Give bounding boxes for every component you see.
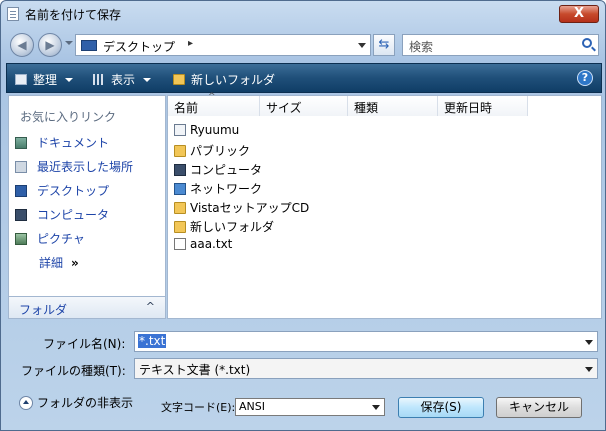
file-name: ネットワーク: [190, 182, 263, 196]
chevron-down-icon[interactable]: [585, 367, 593, 372]
favorite-link-recent-places[interactable]: 最近表示した場所: [15, 158, 133, 175]
new-folder-button[interactable]: 新しいフォルダ: [173, 71, 275, 88]
column-header-name[interactable]: 名前 ^: [168, 92, 260, 116]
hide-folders-toggle[interactable]: フォルダの非表示: [19, 394, 133, 411]
filename-value[interactable]: *.txt: [138, 334, 167, 348]
file-name: 新しいフォルダ: [190, 220, 275, 234]
file-row[interactable]: aaa.txt: [174, 237, 232, 251]
chevron-down-icon: [65, 78, 74, 82]
refresh-button[interactable]: ⇆: [373, 34, 395, 56]
notepad-icon: [7, 7, 19, 21]
address-path[interactable]: デスクトップ: [103, 38, 175, 55]
chevron-down-icon[interactable]: [585, 340, 593, 345]
collapse-icon: [19, 396, 33, 410]
encoding-value: ANSI: [239, 400, 265, 413]
sort-ascending-icon: ^: [208, 92, 216, 102]
folder-icon: [174, 145, 186, 157]
favorite-link-label: デスクトップ: [37, 184, 110, 198]
file-name: aaa.txt: [190, 237, 233, 251]
folder-icon: [174, 221, 186, 233]
save-as-dialog: 名前を付けて保存 X ◀ ▶ デスクトップ ▸ ⇆ 検索 整理 表示 新しいフォ…: [0, 0, 606, 431]
desktop-icon: [81, 40, 97, 51]
favorite-link-pictures[interactable]: ピクチャ: [15, 230, 85, 247]
organize-label: 整理: [33, 73, 58, 87]
column-header-size[interactable]: サイズ: [260, 96, 348, 116]
desktop-icon: [15, 185, 27, 197]
recent-places-icon: [15, 161, 27, 173]
network-icon: [174, 183, 186, 195]
filetype-select[interactable]: テキスト文書 (*.txt): [134, 358, 598, 379]
new-folder-icon: [173, 74, 185, 85]
folders-toggle[interactable]: フォルダ ^: [9, 296, 165, 318]
breadcrumb-arrow-icon[interactable]: ▸: [188, 38, 193, 49]
file-name: パブリック: [190, 144, 251, 158]
favorite-link-computer[interactable]: コンピュータ: [15, 206, 109, 223]
command-toolbar: 整理 表示 新しいフォルダ ?: [6, 63, 602, 93]
file-row[interactable]: 新しいフォルダ: [174, 218, 274, 235]
new-folder-label: 新しいフォルダ: [191, 73, 276, 87]
favorite-link-label: ピクチャ: [37, 232, 85, 246]
chevron-up-icon: ^: [145, 300, 155, 313]
chevron-down-icon[interactable]: [372, 405, 380, 410]
favorite-link-label: ドキュメント: [37, 136, 110, 150]
computer-icon: [174, 164, 186, 176]
organize-icon: [15, 74, 27, 85]
column-name-label: 名前: [174, 101, 199, 115]
folder-icon: [174, 202, 186, 214]
double-chevron-icon: »: [71, 256, 79, 270]
file-row[interactable]: Ryuumu: [174, 123, 239, 137]
encoding-label: 文字コード(E):: [161, 401, 236, 414]
filename-label: ファイル名(N):: [43, 337, 126, 351]
favorite-links-title: お気に入りリンク: [20, 110, 117, 124]
file-row[interactable]: ネットワーク: [174, 180, 262, 197]
search-placeholder: 検索: [409, 40, 434, 54]
favorite-link-desktop[interactable]: デスクトップ: [15, 182, 109, 199]
favorite-link-label: コンピュータ: [37, 208, 110, 222]
view-button[interactable]: 表示: [93, 71, 152, 88]
cancel-button[interactable]: キャンセル: [496, 397, 582, 418]
address-dropdown-icon[interactable]: [358, 43, 366, 48]
hide-folders-label: フォルダの非表示: [37, 396, 134, 410]
file-name: コンピュータ: [190, 163, 263, 177]
user-folder-icon: [174, 124, 186, 136]
file-name: Ryuumu: [190, 123, 240, 137]
folders-label: フォルダ: [19, 303, 68, 317]
file-name: VistaセットアップCD: [190, 201, 310, 215]
filename-field[interactable]: *.txt: [134, 331, 598, 352]
file-list: 名前 ^ サイズ 種類 更新日時 Ryuumu パブリック コンピュータ ネット…: [167, 92, 602, 319]
save-button[interactable]: 保存(S): [398, 397, 484, 418]
text-file-icon: [174, 238, 186, 250]
column-header-type[interactable]: 種類: [348, 96, 438, 116]
window-title: 名前を付けて保存: [25, 8, 122, 22]
more-links-label: 詳細: [39, 256, 64, 270]
recent-pages-dropdown[interactable]: [65, 41, 73, 45]
search-input[interactable]: 検索: [402, 34, 599, 56]
favorite-link-label: 最近表示した場所: [37, 160, 134, 174]
filetype-value: テキスト文書 (*.txt): [139, 363, 251, 377]
organize-button[interactable]: 整理: [15, 71, 74, 88]
file-row[interactable]: VistaセットアップCD: [174, 199, 309, 216]
view-label: 表示: [111, 73, 136, 87]
back-button[interactable]: ◀: [10, 33, 34, 57]
favorite-link-documents[interactable]: ドキュメント: [15, 134, 109, 151]
favorite-links-pane: お気に入りリンク ドキュメント 最近表示した場所 デスクトップ コンピュータ ピ…: [8, 95, 166, 319]
help-icon[interactable]: ?: [577, 70, 593, 86]
address-bar[interactable]: デスクトップ ▸: [75, 34, 371, 56]
title-bar: 名前を付けて保存 X: [1, 1, 605, 27]
documents-icon: [15, 137, 27, 149]
column-header-modified[interactable]: 更新日時: [438, 96, 528, 116]
more-links-button[interactable]: 詳細 »: [39, 254, 79, 271]
filetype-label: ファイルの種類(T):: [21, 364, 126, 378]
search-icon[interactable]: [582, 38, 592, 48]
file-row[interactable]: コンピュータ: [174, 161, 262, 178]
close-button[interactable]: X: [559, 5, 599, 23]
forward-button[interactable]: ▶: [38, 33, 62, 57]
computer-icon: [15, 209, 27, 221]
encoding-select[interactable]: ANSI: [235, 398, 385, 416]
chevron-down-icon: [143, 78, 152, 82]
view-icon: [93, 74, 105, 85]
pictures-icon: [15, 233, 27, 245]
file-row[interactable]: パブリック: [174, 142, 250, 159]
